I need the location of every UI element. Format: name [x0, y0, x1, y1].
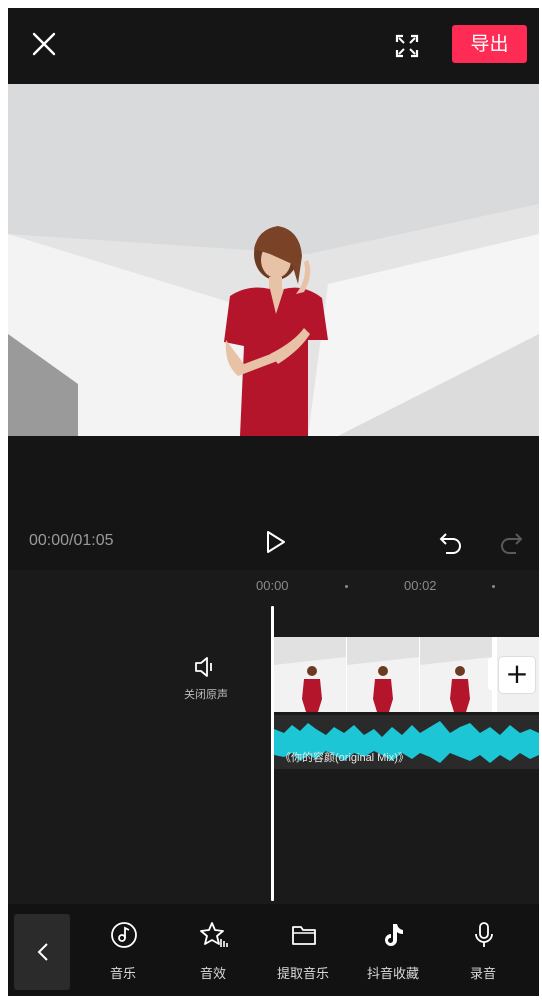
tool-sound-effect[interactable]: 音效 [178, 921, 248, 987]
clip-thumbnail [274, 637, 346, 712]
redo-icon [501, 533, 523, 554]
undo-icon [439, 533, 461, 554]
tool-label: 抖音收藏 [366, 967, 419, 982]
tiktok-icon [385, 924, 403, 946]
fullscreen-icon [395, 34, 419, 58]
play-icon [267, 531, 285, 553]
chevron-left-icon [37, 943, 48, 961]
microphone-icon [475, 922, 493, 947]
close-button[interactable] [30, 30, 58, 58]
tool-extract-music[interactable]: 提取音乐 [268, 921, 338, 987]
preview-frame-image [8, 84, 539, 436]
folder-icon [292, 926, 316, 945]
redo-button[interactable] [498, 529, 524, 555]
ruler-time-label: 00:00 [256, 578, 289, 593]
audio-track-label: 《你的容颜(original Mix)》 [280, 752, 409, 764]
tool-record[interactable]: 录音 [448, 921, 518, 987]
tool-label: 音效 [199, 967, 226, 982]
play-button[interactable] [262, 529, 288, 555]
add-clip-button[interactable]: + [499, 657, 535, 693]
speaker-icon [195, 657, 212, 677]
clip-thumbnail [420, 637, 492, 712]
video-preview[interactable] [8, 84, 539, 436]
fullscreen-button[interactable] [393, 32, 421, 60]
mute-label: 关闭原声 [184, 688, 228, 701]
music-icon [111, 922, 137, 948]
tool-label: 录音 [469, 967, 496, 982]
sound-effect-icon [200, 922, 228, 947]
tool-label: 提取音乐 [276, 967, 329, 982]
clip-thumbnail [347, 637, 419, 712]
ruler-dot [345, 585, 348, 588]
ruler-time-label: 00:02 [404, 578, 437, 593]
timecode: 00:00/01:05 [29, 532, 114, 549]
tool-music[interactable]: 音乐 [88, 921, 158, 987]
back-button[interactable] [14, 914, 70, 990]
mute-original-audio-button[interactable]: 关闭原声 [176, 654, 236, 706]
close-icon [32, 32, 56, 56]
undo-button[interactable] [438, 529, 464, 555]
top-bar: 导出 [8, 8, 539, 84]
ruler-dot [492, 585, 495, 588]
tool-label: 音乐 [109, 967, 136, 982]
tool-tiktok-favorites[interactable]: 抖音收藏 [358, 921, 428, 987]
clip-handle[interactable] [488, 658, 494, 690]
app-screen: 导出 00:00/01:05 00:00 00:02 关闭原声 + 《你的容颜(… [8, 8, 539, 996]
playhead[interactable] [271, 606, 274, 901]
export-button[interactable]: 导出 [452, 25, 527, 63]
